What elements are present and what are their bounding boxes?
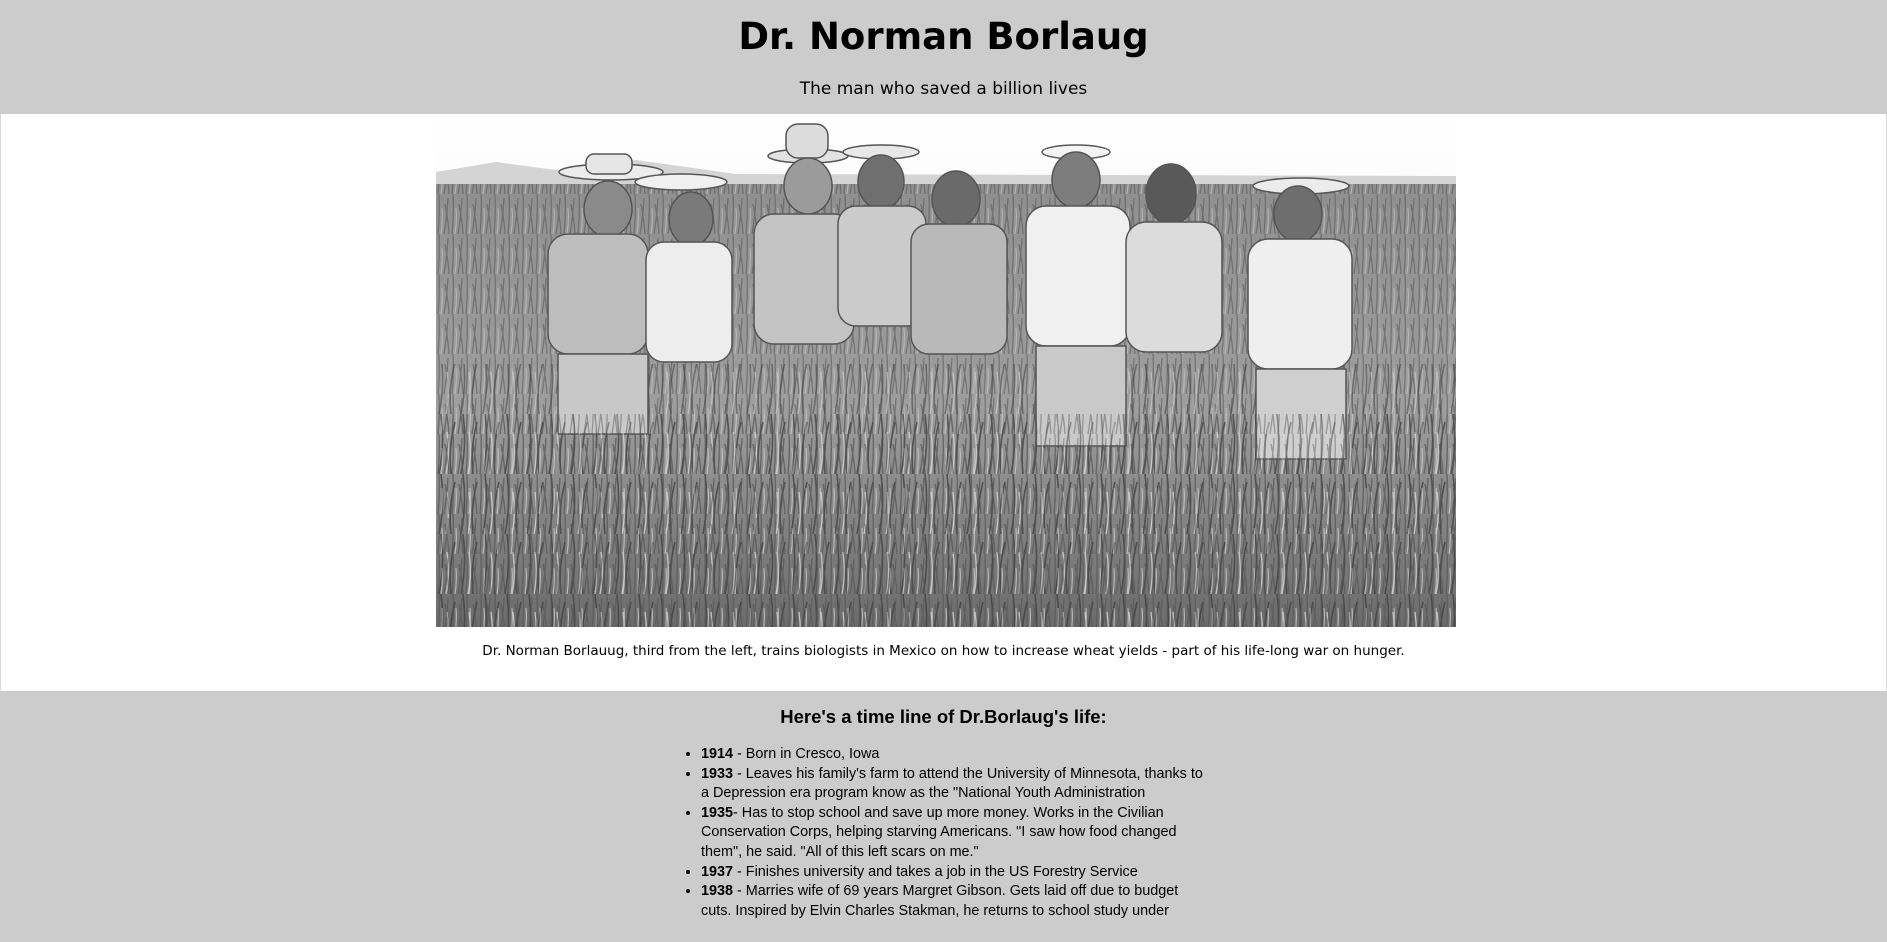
timeline-item: 1914 - Born in Cresco, Iowa — [701, 745, 1203, 765]
timeline-text: - Born in Cresco, Iowa — [733, 746, 880, 762]
timeline-year: 1914 — [701, 746, 734, 762]
timeline-year: 1935 — [701, 804, 734, 821]
timeline-list: 1914 - Born in Cresco, Iowa 1933 - Leave… — [686, 745, 1203, 921]
photo-section — [0, 114, 1887, 691]
timeline-text: - Has to stop school and save up more mo… — [701, 804, 1177, 860]
timeline-item: 1937 - Finishes university and takes a j… — [701, 863, 1203, 883]
timeline-text: - Finishes university and takes a job in… — [733, 863, 1138, 880]
timeline-year: 1933 — [701, 765, 734, 782]
page-subtitle: The man who saved a billion lives — [799, 79, 1088, 99]
timeline-section: Here's a time line of Dr.Borlaug's life:… — [0, 691, 1887, 942]
timeline-year: 1937 — [701, 863, 734, 880]
borlaug-field-photo — [436, 114, 1456, 627]
photo-caption: Dr. Norman Borlauug, third from the left… — [482, 643, 1405, 659]
timeline-item: 1933 - Leaves his family's farm to atten… — [701, 765, 1203, 804]
timeline-text: - Leaves his family's farm to attend the… — [701, 765, 1203, 802]
timeline-item: 1938 - Marries wife of 69 years Margret … — [701, 882, 1203, 921]
page-title: Dr. Norman Borlaug — [738, 15, 1149, 58]
timeline-heading: Here's a time line of Dr.Borlaug's life: — [780, 706, 1107, 727]
page-header: Dr. Norman Borlaug The man who saved a b… — [0, 0, 1887, 114]
timeline-text: - Marries wife of 69 years Margret Gibso… — [701, 883, 1179, 919]
timeline-year: 1938 — [701, 883, 734, 900]
timeline-item: 1935- Has to stop school and save up mor… — [701, 804, 1203, 863]
